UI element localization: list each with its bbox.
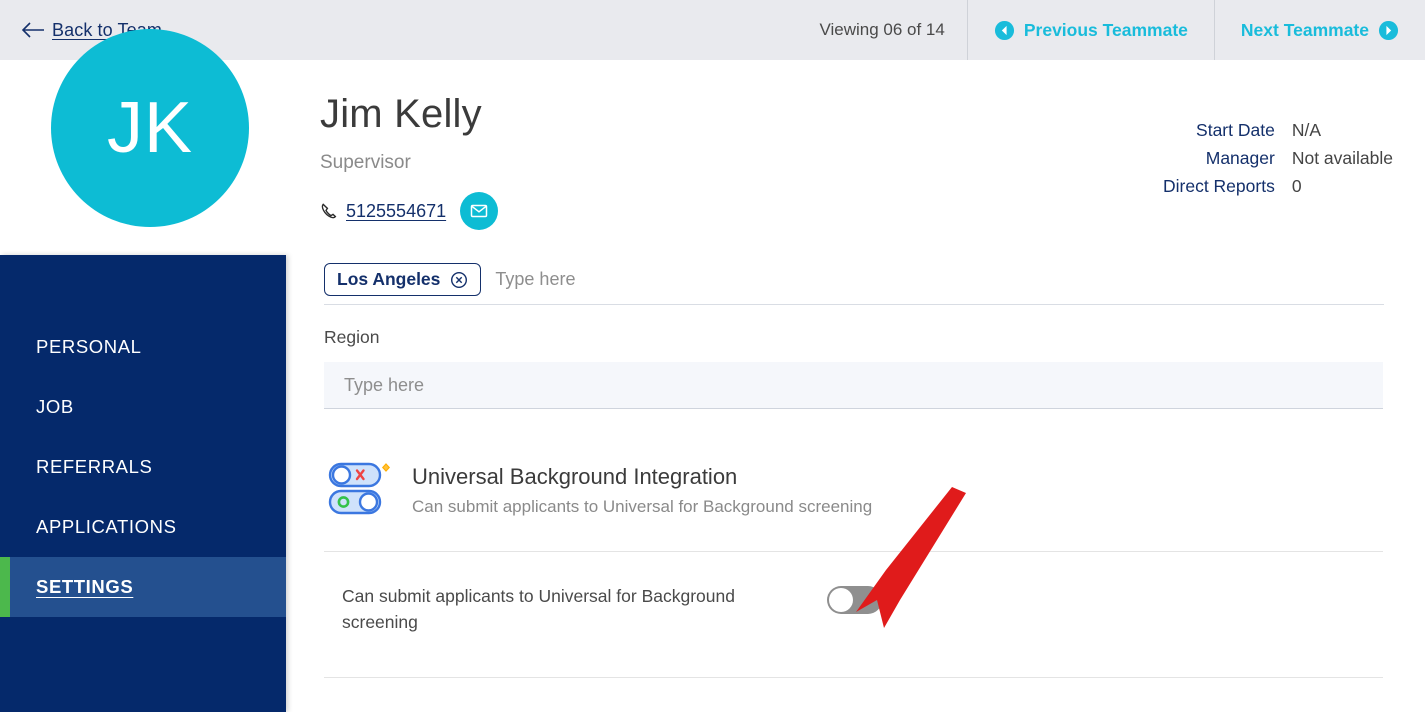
setting-toggle-label: Can submit applicants to Universal for B…: [342, 586, 735, 632]
previous-teammate-button[interactable]: Previous Teammate: [966, 0, 1214, 60]
location-chip[interactable]: Los Angeles: [324, 263, 482, 296]
toggles-integration-icon: [324, 458, 394, 518]
location-input[interactable]: Type here: [495, 269, 575, 290]
sidebar-item-settings[interactable]: SETTINGS: [0, 557, 286, 617]
region-field-label: Region: [324, 327, 380, 347]
phone-link[interactable]: 5125554671: [320, 201, 446, 222]
section-divider-bottom: [324, 677, 1383, 678]
sidebar-item-job[interactable]: JOB: [0, 377, 286, 437]
viewing-counter-label: Viewing 06 of 14: [819, 20, 945, 39]
meta-label: Manager: [1205, 148, 1275, 168]
location-chip-label: Los Angeles: [337, 269, 441, 289]
sidebar-item-applications[interactable]: APPLICATIONS: [0, 497, 286, 557]
meta-row: Start Date N/A: [1132, 120, 1393, 141]
section-divider: [324, 551, 1383, 552]
email-button[interactable]: [460, 192, 499, 230]
setting-toggle-switch[interactable]: [827, 586, 882, 614]
integration-subtitle: Can submit applicants to Universal for B…: [412, 497, 873, 516]
next-teammate-button[interactable]: Next Teammate: [1213, 0, 1425, 60]
chevron-right-circle-icon: [1378, 20, 1399, 41]
avatar: JK: [51, 29, 249, 227]
meta-row: Direct Reports 0: [1132, 176, 1393, 197]
sidebar-item-label: APPLICATIONS: [36, 516, 177, 537]
meta-value: N/A: [1291, 120, 1322, 140]
setting-toggle-knob: [829, 588, 853, 612]
profile-meta-list: Start Date N/A Manager Not available Dir…: [1132, 120, 1393, 204]
integration-title: Universal Background Integration: [412, 464, 738, 489]
meta-value: Not available: [1291, 148, 1393, 168]
viewing-counter: Viewing 06 of 14: [797, 0, 966, 60]
chevron-left-circle-icon: [994, 20, 1015, 41]
top-navigation-bar: Back to Team Viewing 06 of 14 Previous T…: [0, 0, 1425, 60]
sidebar-item-referrals[interactable]: REFERRALS: [0, 437, 286, 497]
sidebar-item-label: JOB: [36, 396, 74, 417]
close-circle-icon[interactable]: [450, 271, 468, 289]
sidebar-item-label: PERSONAL: [36, 336, 142, 357]
previous-teammate-label: Previous Teammate: [1023, 19, 1188, 40]
profile-contact-row: 5125554671: [320, 192, 499, 230]
meta-label: Start Date: [1196, 120, 1275, 140]
avatar-initials: JK: [106, 88, 194, 168]
settings-content-panel: Los Angeles Type here Region Type here U…: [286, 255, 1425, 712]
location-tag-field[interactable]: Los Angeles Type here: [324, 255, 1384, 305]
integration-header: Universal Background Integration Can sub…: [324, 458, 1383, 518]
meta-value: 0: [1291, 176, 1302, 196]
profile-name: Jim Kelly: [320, 92, 482, 136]
sidebar-item-label: SETTINGS: [36, 576, 134, 597]
phone-icon: [320, 202, 338, 220]
profile-job-title: Supervisor: [320, 152, 411, 173]
sidebar-navigation: PERSONAL JOB REFERRALS APPLICATIONS SETT…: [0, 255, 286, 712]
page-root: Back to Team Viewing 06 of 14 Previous T…: [0, 0, 1425, 712]
setting-toggle-row: Can submit applicants to Universal for B…: [324, 583, 1383, 635]
region-input[interactable]: Type here: [324, 362, 1383, 409]
next-teammate-label: Next Teammate: [1240, 19, 1369, 40]
phone-number[interactable]: 5125554671: [346, 201, 446, 222]
arrow-left-icon: [20, 19, 46, 41]
meta-row: Manager Not available: [1132, 148, 1393, 169]
envelope-icon: [469, 201, 489, 221]
meta-label: Direct Reports: [1162, 176, 1275, 196]
sidebar-item-label: REFERRALS: [36, 456, 153, 477]
sidebar-item-personal[interactable]: PERSONAL: [0, 317, 286, 377]
